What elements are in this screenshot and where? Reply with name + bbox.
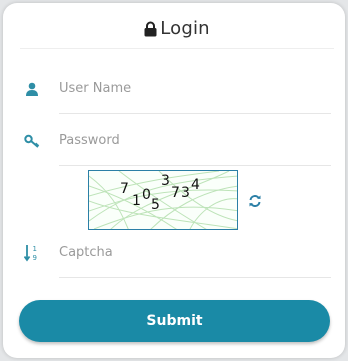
password-input[interactable]	[59, 133, 331, 148]
captcha-digit: 3	[181, 185, 190, 201]
captcha-digit: 7	[171, 185, 180, 201]
user-icon	[17, 82, 47, 96]
captcha-digit: 7	[120, 181, 129, 197]
login-header: Login	[20, 9, 334, 49]
captcha-digit: 5	[151, 197, 160, 213]
username-input[interactable]	[59, 81, 331, 96]
captcha-field-wrap	[59, 228, 331, 278]
submit-button[interactable]: Submit	[19, 300, 330, 342]
captcha-digit: 3	[161, 173, 170, 189]
svg-text:1: 1	[33, 245, 37, 253]
captcha-row: 1 9	[17, 228, 331, 278]
captcha-digit: 1	[132, 193, 141, 209]
key-icon	[17, 134, 47, 148]
refresh-icon[interactable]	[248, 193, 262, 207]
lock-icon	[144, 21, 157, 37]
username-row	[17, 64, 331, 114]
username-field-wrap	[59, 64, 331, 114]
captcha-input[interactable]	[59, 245, 331, 260]
password-row	[17, 116, 331, 166]
captcha-digit: 0	[142, 187, 151, 203]
captcha-wrap: 7 1 0 5 3 7 3 4	[88, 170, 238, 230]
svg-text:9: 9	[33, 254, 37, 262]
page-title: Login	[160, 18, 210, 39]
sort-numeric-icon: 1 9	[17, 244, 47, 262]
captcha-image: 7 1 0 5 3 7 3 4	[88, 170, 238, 230]
password-field-wrap	[59, 116, 331, 166]
captcha-digit: 4	[191, 177, 200, 193]
